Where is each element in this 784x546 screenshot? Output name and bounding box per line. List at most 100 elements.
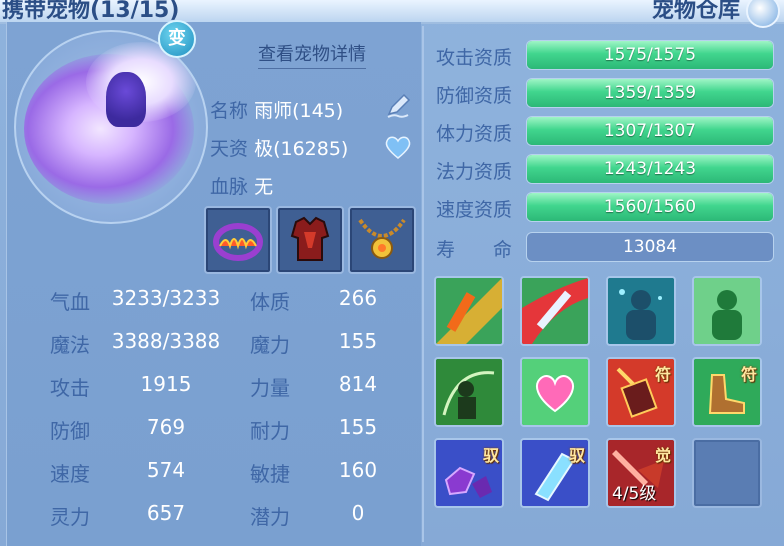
pet-aptitude-row: 天资 极(16285) <box>210 134 348 161</box>
stat-label: 灵力 <box>50 505 90 529</box>
heart-icon[interactable] <box>384 134 412 160</box>
aptitude-label: 防御资质 <box>436 85 513 107</box>
stat-value: 0 <box>351 501 365 525</box>
flame-collar-icon <box>213 223 263 261</box>
talisman-book-skill[interactable]: 符 <box>606 357 676 427</box>
stat-label: 魔力 <box>250 333 290 357</box>
stat-left-1: 魔法 3388/3388 <box>50 329 220 358</box>
aptitude-value: 1575/1575 <box>603 45 697 65</box>
stat-label: 力量 <box>250 376 290 400</box>
stat-label: 防御 <box>50 419 90 443</box>
aptitude-row-4: 速度资质 1560/1560 <box>436 192 781 222</box>
aptitude-bar: 1307/1307 <box>526 116 774 146</box>
awaken-skill[interactable]: 觉 4/5级 <box>606 438 676 508</box>
pet-warehouse-title[interactable]: 宠物仓库 <box>652 0 740 24</box>
edit-name-icon[interactable] <box>384 92 412 120</box>
stat-left-0: 气血 3233/3233 <box>50 286 220 315</box>
red-armor-icon <box>290 216 330 261</box>
pet-aptitude-value: 极(16285) <box>254 138 349 160</box>
stat-label: 魔法 <box>50 333 90 357</box>
stat-right-3: 耐力 155 <box>250 415 377 444</box>
stat-label: 速度 <box>50 462 90 486</box>
spirit-figure-skill[interactable] <box>606 276 676 346</box>
stat-left-2: 攻击 1915 <box>50 372 191 401</box>
stat-label: 攻击 <box>50 376 90 400</box>
spirit-figure-skill-icon <box>608 278 674 344</box>
stat-left-5: 灵力 657 <box>50 501 185 530</box>
stat-value: 155 <box>338 329 378 353</box>
carried-pets-title: 携带宠物(13/15) <box>2 0 180 23</box>
talisman-boot-skill[interactable]: 符 <box>692 357 762 427</box>
stat-label: 敏捷 <box>250 462 290 486</box>
stat-value: 155 <box>338 415 378 439</box>
aptitude-row-1: 防御资质 1359/1359 <box>436 78 781 108</box>
pet-aptitude-label: 天资 <box>210 138 249 160</box>
skill-tag: 符 <box>654 365 671 384</box>
window-title-bar: 携带宠物(13/15) 宠物仓库 <box>0 0 784 28</box>
green-figure-skill[interactable] <box>692 276 762 346</box>
aptitude-value: 1560/1560 <box>603 197 697 217</box>
pet-figure <box>106 72 146 127</box>
aptitude-bar: 1575/1575 <box>526 40 774 70</box>
pet-bloodline-label: 血脉 <box>210 176 249 198</box>
aptitude-row-0: 攻击资质 1575/1575 <box>436 40 781 70</box>
lifespan-value: 13084 <box>622 237 678 257</box>
fire-sword-skill-icon <box>436 278 502 344</box>
stat-left-4: 速度 574 <box>50 458 185 487</box>
aptitude-label: 速度资质 <box>436 199 513 221</box>
pet-name-label: 名称 <box>210 100 249 122</box>
aptitude-row-3: 法力资质 1243/1243 <box>436 154 781 184</box>
empty-skill-slot[interactable] <box>692 438 762 508</box>
panel-divider <box>422 26 424 542</box>
equip-slot-pendant[interactable] <box>348 206 416 274</box>
aptitude-value: 1359/1359 <box>603 83 697 103</box>
stat-value: 574 <box>146 458 186 482</box>
fire-sword-skill[interactable] <box>434 276 504 346</box>
aptitude-panel: 攻击资质 1575/1575 防御资质 1359/1359 体力资质 1307/1307 法… <box>426 22 784 546</box>
sword-slash-skill[interactable] <box>520 276 590 346</box>
stat-right-5: 潜力 0 <box>250 501 364 530</box>
lifespan-label: 寿 命 <box>436 239 513 261</box>
aptitude-bar: 1243/1243 <box>526 154 774 184</box>
sword-slash-skill-icon <box>522 278 588 344</box>
stat-value: 3388/3388 <box>111 329 221 353</box>
gold-pendant-icon <box>358 218 406 259</box>
skill-tag: 驭 <box>568 446 585 465</box>
pet-portrait <box>14 30 208 224</box>
green-figure-skill-icon <box>694 278 760 344</box>
equip-slot-collar[interactable] <box>204 206 272 274</box>
shield-warrior-skill[interactable] <box>434 357 504 427</box>
view-pet-details-link[interactable]: 查看宠物详情 <box>258 40 366 69</box>
aptitude-label: 法力资质 <box>436 161 513 183</box>
stat-value: 1915 <box>140 372 192 396</box>
stat-value: 266 <box>338 286 378 310</box>
stat-right-1: 魔力 155 <box>250 329 377 358</box>
heart-skill-icon <box>522 359 588 425</box>
aptitude-label: 体力资质 <box>436 123 513 145</box>
stat-label: 气血 <box>50 290 90 314</box>
heart-skill[interactable] <box>520 357 590 427</box>
shield-warrior-skill-icon <box>436 359 502 425</box>
stat-left-3: 防御 769 <box>50 415 185 444</box>
stat-right-0: 体质 266 <box>250 286 377 315</box>
aptitude-bar: 1560/1560 <box>526 192 774 222</box>
skill-tag: 符 <box>740 365 757 384</box>
stat-label: 耐力 <box>250 419 290 443</box>
skill-tag: 驭 <box>482 446 499 465</box>
stat-right-2: 力量 814 <box>250 372 377 401</box>
aptitude-label: 攻击资质 <box>436 47 513 69</box>
stat-right-4: 敏捷 160 <box>250 458 377 487</box>
transform-badge[interactable]: 变 <box>158 20 196 58</box>
aptitude-row-2: 体力资质 1307/1307 <box>436 116 781 146</box>
pet-bloodline-value: 无 <box>254 176 274 198</box>
stat-value: 3233/3233 <box>111 286 221 310</box>
pet-name-value: 雨师(145) <box>254 100 344 122</box>
aptitude-bar: 1359/1359 <box>526 78 774 108</box>
stat-value: 657 <box>146 501 186 525</box>
ice-crystal-skill[interactable]: 驭 <box>520 438 590 508</box>
aptitude-value: 1243/1243 <box>603 159 697 179</box>
equip-slot-armor[interactable] <box>276 206 344 274</box>
pet-bloodline-row: 血脉 无 <box>210 172 273 199</box>
purple-crystal-skill[interactable]: 驭 <box>434 438 504 508</box>
stat-value: 814 <box>338 372 378 396</box>
